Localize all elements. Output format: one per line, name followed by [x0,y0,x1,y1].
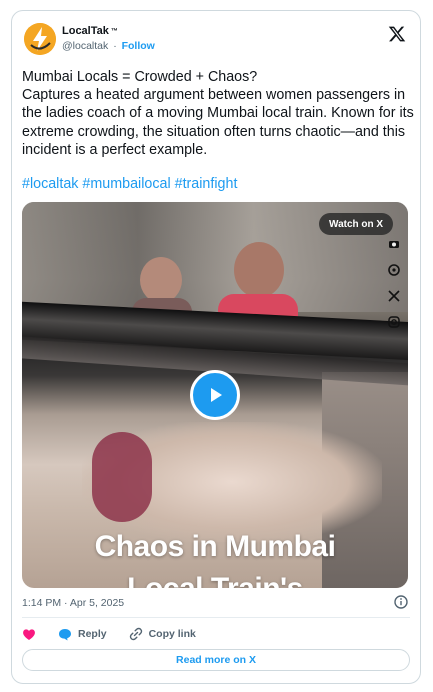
video-figure [140,257,182,303]
tweet-header: LocalTak ™ @localtak · Follow [24,23,408,63]
camera-icon[interactable] [387,237,401,251]
author-name[interactable]: LocalTak [62,25,109,37]
handle-row: @localtak · Follow [62,40,155,52]
tweet-timestamp[interactable]: 1:14 PM · Apr 5, 2025 [22,597,124,609]
read-more-button[interactable]: Read more on X [22,649,410,671]
video-side-icons [387,237,401,341]
hashtag-localtak[interactable]: #localtak [22,176,78,192]
threads-icon[interactable] [387,263,401,277]
divider [22,617,410,618]
hashtags: #localtak #mumbailocal #trainfight [22,176,237,192]
author-handle[interactable]: @localtak [62,40,108,52]
reply-label: Reply [78,628,107,640]
x-share-icon[interactable] [387,289,401,303]
heart-icon [23,628,35,640]
separator-dot: · [113,40,117,52]
link-icon [129,627,142,641]
video-caption-line1: Chaos in Mumbai [94,530,336,563]
play-button[interactable] [190,370,240,420]
video-figure [234,242,284,298]
lightning-logo-icon [24,23,56,55]
video-red-garment [92,432,152,522]
video-caption-line2: Local Train's [22,572,408,588]
author-name-row[interactable]: LocalTak ™ [62,25,155,37]
follow-button[interactable]: Follow [122,40,155,52]
instagram-icon[interactable] [387,315,401,329]
avatar[interactable] [24,23,56,55]
tweet-text: Mumbai Locals = Crowded + Chaos? Capture… [22,69,414,158]
x-logo-icon[interactable] [388,25,406,43]
tweet-card: LocalTak ™ @localtak · Follow Mumbai Loca… [11,10,421,684]
copy-link-label: Copy link [148,628,196,640]
like-button[interactable] [22,628,36,641]
tweet-actions: Reply Copy link [22,625,218,643]
author-info: LocalTak ™ @localtak · Follow [62,25,155,52]
watch-on-x-button[interactable]: Watch on X [319,213,394,235]
reply-bubble-icon [59,628,71,640]
play-icon [211,388,222,402]
copy-link-button[interactable]: Copy link [129,627,196,641]
trademark: ™ [110,27,118,35]
video-player[interactable]: Watch on X Chaos in Mumbai Local Train's [22,202,408,588]
info-icon[interactable] [394,595,408,609]
hashtag-trainfight[interactable]: #trainfight [175,176,238,192]
reply-button[interactable]: Reply [58,628,107,641]
hashtag-mumbailocal[interactable]: #mumbailocal [82,176,170,192]
